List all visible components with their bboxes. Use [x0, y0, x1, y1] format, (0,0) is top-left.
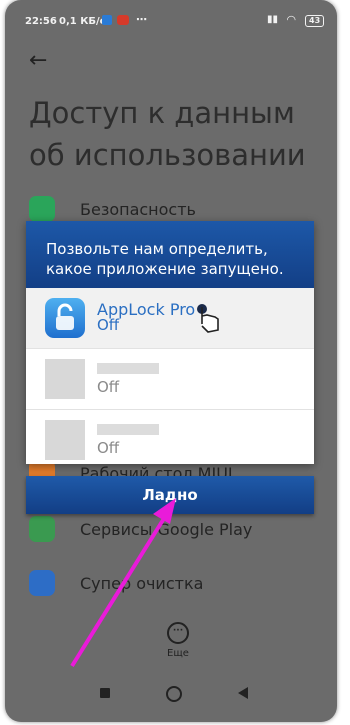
hand-cursor-icon — [197, 304, 219, 333]
pointer-arrow-overlay — [70, 304, 219, 668]
